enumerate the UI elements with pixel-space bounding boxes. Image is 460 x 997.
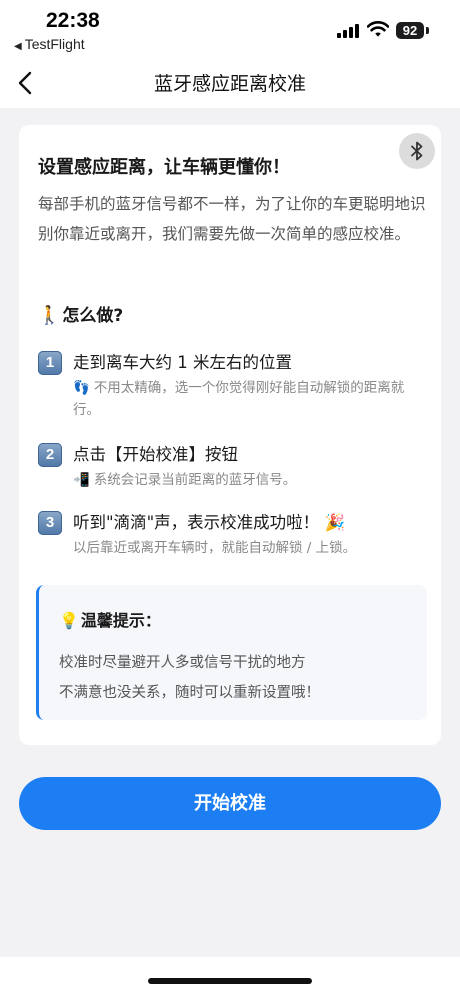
back-triangle-icon: ◀ [14,41,22,52]
status-time: 22:38 [46,9,100,32]
battery-cap [426,27,429,34]
step-title-text-3: 听到"滴滴"声，表示校准成功啦！ [73,513,320,532]
tip-heading: 💡 温馨提示： [59,607,161,631]
step-number-3: 3 [38,511,62,535]
howto-heading: 🚶 怎么做? [38,301,123,326]
tip-line-1: 校准时尽量避开人多或信号干扰的地方 [59,655,306,671]
home-indicator[interactable] [148,978,312,984]
wifi-icon [367,21,389,37]
step-number-1: 1 [38,351,62,375]
howto-title: 怎么做? [62,306,124,326]
footprints-icon: 👣 [73,380,90,396]
step-desc-text-2: 系统会记录当前距离的蓝牙信号。 [93,472,297,488]
card-intro: 每部手机的蓝牙信号都不一样，为了让你的车更聪明地识别你靠近或离开，我们需要先做一… [38,195,426,243]
page-title: 蓝牙感应距离校准 [153,73,306,95]
step-number-2: 2 [38,443,62,467]
step-desc-text-1: 不用太精确，选一个你觉得刚好能自动解锁的距离就行。 [73,380,405,418]
nav-bar: 蓝牙感应距离校准 [0,58,460,108]
card-title: 设置感应距离，让车辆更懂你！ [38,157,290,178]
back-app-label: TestFlight [24,36,85,52]
tip-title: 温馨提示： [80,611,161,630]
walking-person-icon: 🚶 [38,305,61,326]
status-bar: 22:38 ◀ TestFlight 92 [0,0,460,58]
back-to-app-link[interactable]: ◀ TestFlight [14,36,85,52]
light-bulb-icon: 💡 [59,611,79,630]
step-desc-2: 📲 系统会记录当前距离的蓝牙信号。 [73,469,425,491]
battery-icon: 92 [396,22,424,39]
step-desc-1: 👣 不用太精确，选一个你觉得刚好能自动解锁的距离就行。 [73,377,425,421]
step-title-1: 走到离车大约 1 米左右的位置 [73,353,292,372]
bluetooth-button[interactable] [399,133,435,169]
bluetooth-icon [411,141,423,161]
step-title-2: 点击【开始校准】按钮 [73,445,238,464]
start-calibration-button[interactable]: 开始校准 [19,777,441,830]
cellular-signal-icon [337,24,359,38]
calibration-card: 设置感应距离，让车辆更懂你！ 每部手机的蓝牙信号都不一样，为了让你的车更聪明地识… [19,125,441,745]
step-desc-3: 以后靠近或离开车辆时，就能自动解锁 / 上锁。 [73,540,357,556]
bottom-bar [0,957,460,997]
tip-line-2: 不满意也没关系，随时可以重新设置哦！ [59,685,320,701]
tip-box: 💡 温馨提示： 校准时尽量避开人多或信号干扰的地方 不满意也没关系，随时可以重新设… [36,585,427,720]
step-title-3: 听到"滴滴"声，表示校准成功啦！ 🎉 [73,509,345,533]
phone-arrow-icon: 📲 [73,472,90,488]
party-popper-icon: 🎉 [324,513,345,532]
